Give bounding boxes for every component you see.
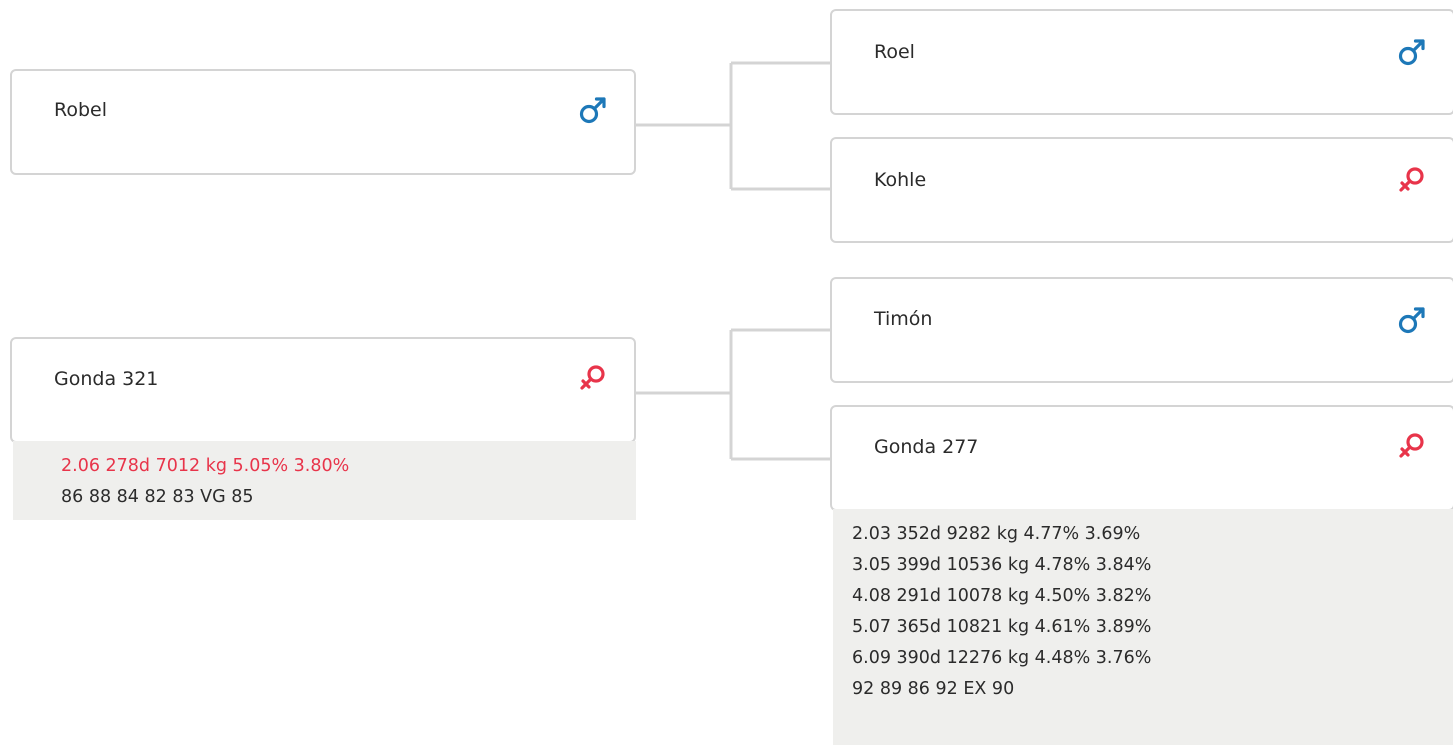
dam-dam-record-line: 3.05 399d 10536 kg 4.78% 3.84% — [852, 555, 1152, 575]
dam-dam-record-line: 4.08 291d 10078 kg 4.50% 3.82% — [852, 586, 1152, 606]
dam-dam-name: Gonda 277 — [874, 436, 979, 458]
dam-dam-record-line: 6.09 390d 12276 kg 4.48% 3.76% — [852, 648, 1152, 668]
dam-name: Gonda 321 — [54, 368, 159, 390]
connector-sire-branch — [636, 61, 832, 191]
male-symbol-icon — [1397, 37, 1427, 67]
sire-dam-card[interactable]: Kohle — [830, 137, 1453, 243]
dam-dam-record-line: 92 89 86 92 EX 90 — [852, 679, 1015, 699]
connector-dam-branch — [636, 328, 832, 461]
dam-dam-card[interactable]: Gonda 277 — [830, 405, 1453, 511]
dam-record-line: 86 88 84 82 83 VG 85 — [61, 487, 254, 507]
male-symbol-icon — [578, 95, 608, 125]
sire-name: Robel — [54, 99, 108, 121]
dam-dam-record-line: 2.03 352d 9282 kg 4.77% 3.69% — [852, 524, 1141, 544]
sire-card[interactable]: Robel — [10, 69, 636, 175]
dam-records-panel: 2.06 278d 7012 kg 5.05% 3.80% 86 88 84 8… — [13, 441, 636, 520]
female-symbol-icon — [1397, 165, 1427, 195]
sire-sire-name: Roel — [874, 41, 915, 63]
dam-dam-records-panel: 2.03 352d 9282 kg 4.77% 3.69% 3.05 399d … — [833, 509, 1453, 745]
dam-dam-record-line: 5.07 365d 10821 kg 4.61% 3.89% — [852, 617, 1152, 637]
sire-dam-name: Kohle — [874, 169, 927, 191]
dam-sire-card[interactable]: Timón — [830, 277, 1453, 383]
male-symbol-icon — [1397, 305, 1427, 335]
dam-record-line: 2.06 278d 7012 kg 5.05% 3.80% — [61, 456, 350, 476]
dam-card[interactable]: Gonda 321 — [10, 337, 636, 443]
sire-sire-card[interactable]: Roel — [830, 9, 1453, 115]
female-symbol-icon — [1397, 431, 1427, 461]
dam-sire-name: Timón — [874, 308, 933, 330]
female-symbol-icon — [578, 363, 608, 393]
